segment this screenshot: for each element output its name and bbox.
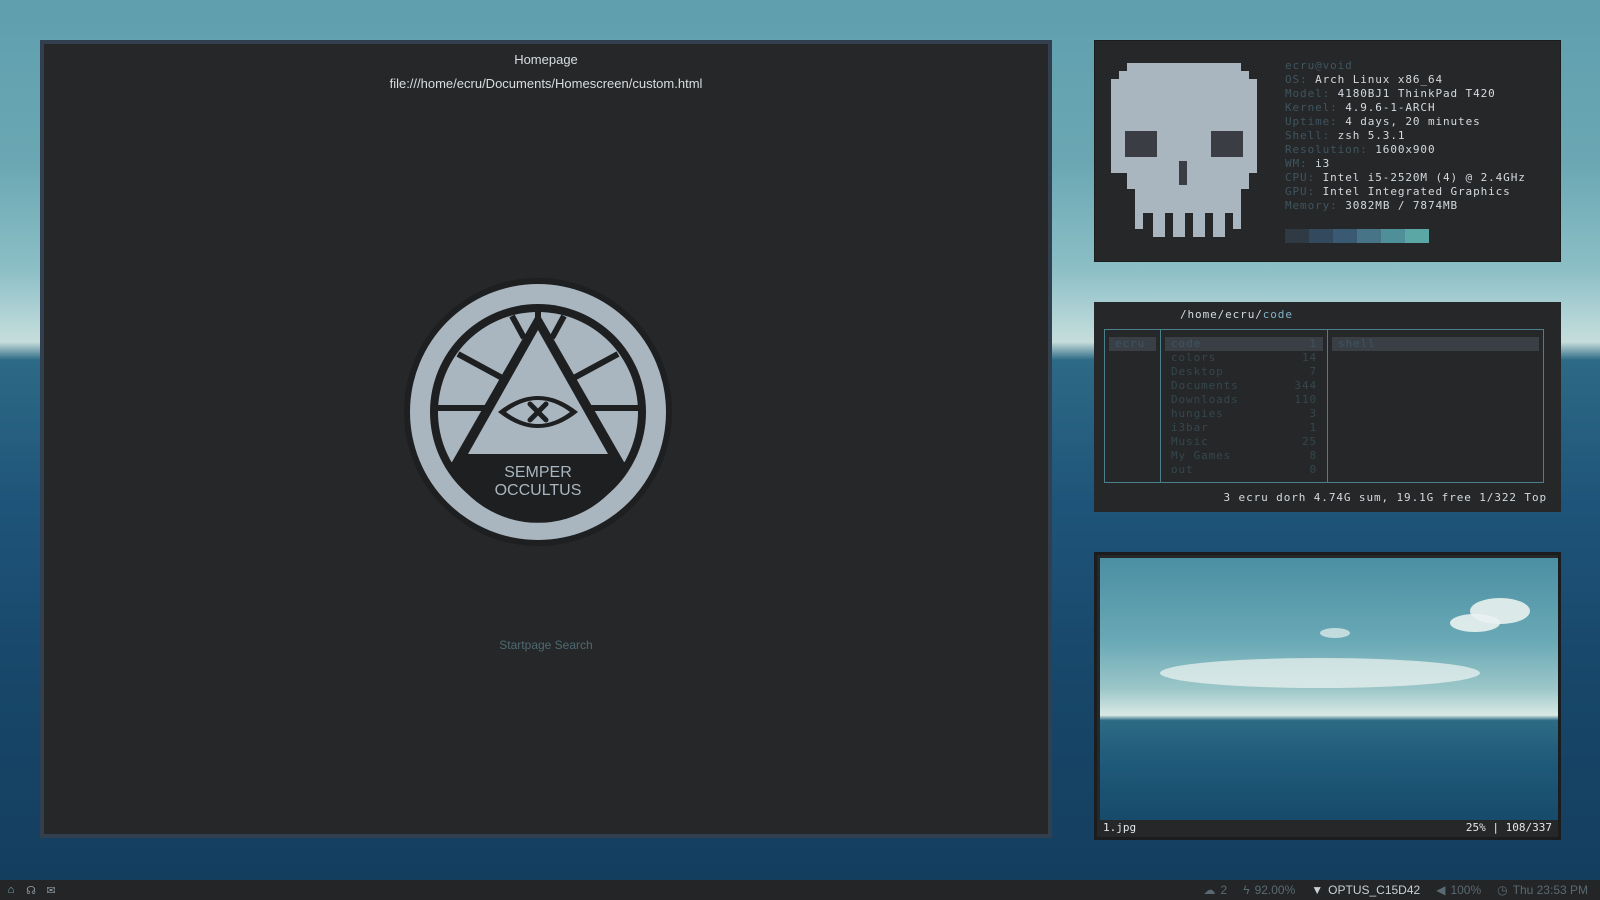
browser-window: Homepage file:///home/ecru/Documents/Hom… (40, 40, 1052, 838)
info-value-wm: i3 (1315, 157, 1331, 170)
preview-column: shell (1328, 330, 1543, 482)
info-key-gpu: GPU: (1285, 185, 1316, 198)
ocean-image (1100, 558, 1558, 820)
browser-title: Homepage (514, 52, 578, 67)
info-value-cpu: Intel i5-2520M (4) @ 2.4GHz (1322, 171, 1526, 184)
ranger-file-manager: /home/ecru/code ecru code 1 colors 14 Deskto… (1094, 302, 1561, 512)
clock-icon: ◷ (1497, 883, 1508, 897)
image-viewer: 1.jpg 25% | 108/337 (1094, 552, 1561, 840)
info-value-gpu: Intel Integrated Graphics (1322, 185, 1511, 198)
volume-icon: ◀ (1436, 883, 1446, 897)
info-key-model: Model: (1285, 87, 1331, 100)
dir-item[interactable]: Music 25 (1165, 435, 1323, 449)
dir-item[interactable]: out 0 (1165, 463, 1323, 477)
current-column: code 1 colors 14 Desktop 7 Documents 344 Downloa… (1161, 330, 1328, 482)
path-dir: code (1262, 308, 1293, 321)
dir-item[interactable]: hungies 3 (1165, 407, 1323, 421)
info-value-memory: 3082MB / 7874MB (1345, 199, 1459, 212)
info-value-shell: zsh 5.3.1 (1337, 129, 1406, 142)
info-key-uptime: Uptime: (1285, 115, 1338, 128)
neofetch-terminal: ecru@void OS: Arch Linux x86_64 Model: 4… (1094, 40, 1561, 262)
wifi-icon: ▼ (1311, 883, 1324, 897)
info-key-kernel: Kernel: (1285, 101, 1338, 114)
palette-swatch (1333, 229, 1357, 243)
image-position: 25% | 108/337 (1465, 821, 1552, 834)
dir-item[interactable]: i3bar 1 (1165, 421, 1323, 435)
volume-level[interactable]: 100% (1450, 883, 1481, 897)
battery-level: 92.00% (1254, 883, 1296, 897)
mail-icon[interactable]: ✉ (44, 883, 58, 897)
info-value-resolution: 1600x900 (1375, 143, 1436, 156)
semper-occultus-logo (404, 278, 672, 546)
headphones-icon[interactable]: ☊ (24, 883, 38, 897)
user-host: ecru@void (1285, 59, 1353, 72)
ranger-status: 3 ecru dorh 4.74G sum, 19.1G free 1/322 … (1223, 491, 1547, 504)
palette-swatch (1309, 229, 1333, 243)
info-key-wm: WM: (1285, 157, 1308, 170)
parent-column: ecru (1105, 330, 1161, 482)
clock: Thu 23:53 PM (1512, 883, 1588, 897)
info-value-uptime: 4 days, 20 minutes (1345, 115, 1481, 128)
search-input[interactable]: Startpage Search (44, 638, 1048, 652)
dir-item[interactable]: Desktop 7 (1165, 365, 1323, 379)
dir-item[interactable]: code 1 (1165, 337, 1323, 351)
dir-item[interactable]: Documents 344 (1165, 379, 1323, 393)
dir-item[interactable]: My Games 8 (1165, 449, 1323, 463)
info-value-os: Arch Linux x86_64 (1315, 73, 1443, 86)
palette-swatch (1357, 229, 1381, 243)
palette-swatch (1405, 229, 1429, 243)
ranger-columns: ecru code 1 colors 14 Desktop 7 Documents 344 Do… (1104, 329, 1544, 483)
palette-swatch (1381, 229, 1405, 243)
dir-item[interactable]: colors 14 (1165, 351, 1323, 365)
image-filename: 1.jpg (1103, 821, 1137, 834)
cloud-icon: ☁ (1203, 883, 1216, 897)
skull-icon (1111, 63, 1257, 237)
info-key-memory: Memory: (1285, 199, 1338, 212)
dir-item[interactable]: Downloads 110 (1165, 393, 1323, 407)
address-bar[interactable]: file:///home/ecru/Documents/Homescreen/c… (44, 76, 1048, 91)
info-value-kernel: 4.9.6-1-ARCH (1345, 101, 1436, 114)
palette-swatch (1285, 229, 1309, 243)
info-key-cpu: CPU: (1285, 171, 1316, 184)
parent-dir-item[interactable]: ecru (1109, 337, 1156, 351)
color-palette (1285, 229, 1429, 243)
emblem-text-line1: SEMPER (504, 464, 572, 481)
home-icon[interactable]: ⌂ (4, 883, 18, 897)
emblem-text-line2: OCCULTUS (494, 482, 582, 499)
info-key-resolution: Resolution: (1285, 143, 1368, 156)
info-value-model: 4180BJ1 ThinkPad T420 (1337, 87, 1496, 100)
path-prefix: /home/ecru/ (1180, 308, 1263, 321)
cloud-count: 2 (1220, 883, 1228, 897)
battery-icon: ϟ (1243, 883, 1250, 897)
system-info: ecru@void OS: Arch Linux x86_64 Model: 4… (1285, 59, 1526, 213)
info-key-os: OS: (1285, 73, 1308, 86)
wifi-name[interactable]: OPTUS_C15D42 (1328, 883, 1420, 897)
preview-item[interactable]: shell (1332, 337, 1539, 351)
current-path: /home/ecru/code (1180, 308, 1293, 321)
info-key-shell: Shell: (1285, 129, 1331, 142)
status-bar: ⌂ ☊ ✉ ☁ 2 ϟ 92.00% ▼ OPTUS_C15D42 ◀ 100% ◷ Th… (0, 880, 1600, 900)
